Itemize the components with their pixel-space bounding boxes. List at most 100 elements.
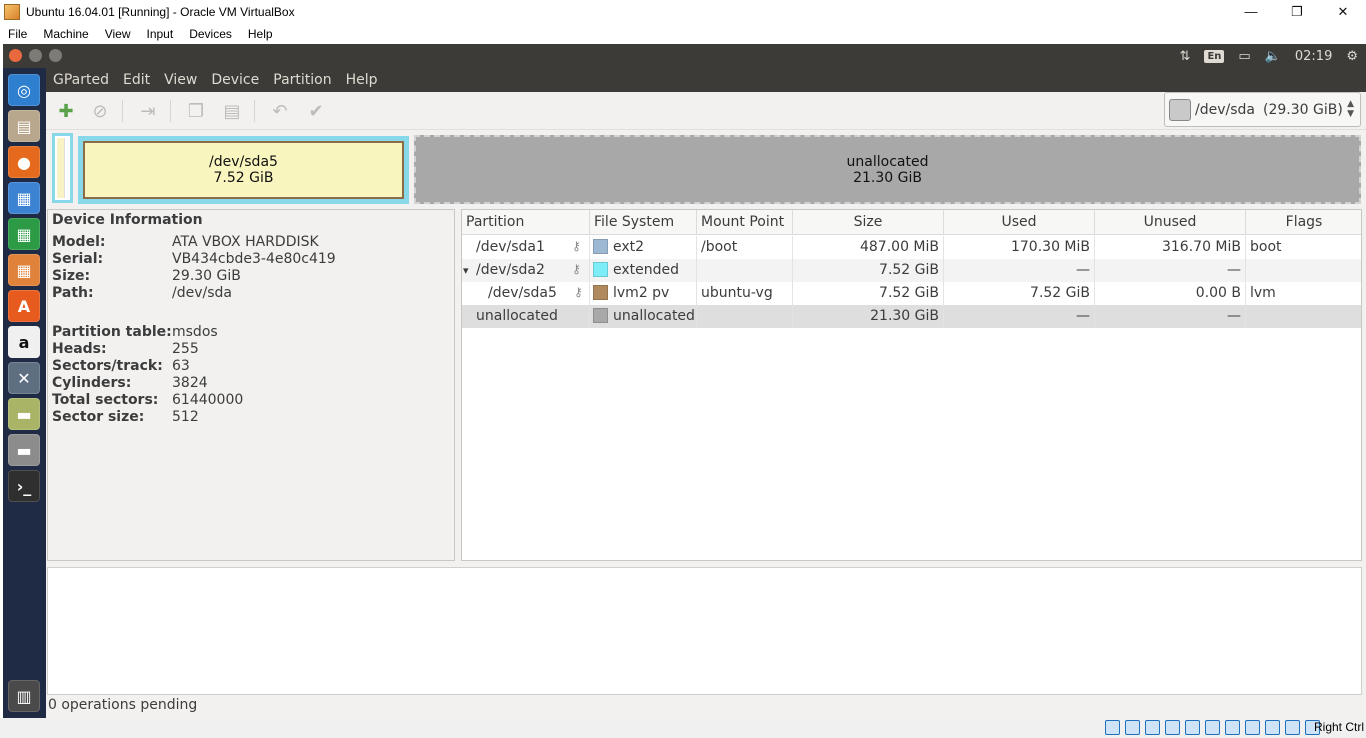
copy-icon[interactable]: ❐: [184, 99, 208, 123]
row-fs-cell: lvm2 pv: [590, 282, 697, 305]
fs-color-swatch: [593, 239, 608, 254]
map-unalloc-size: 21.30 GiB: [853, 169, 922, 186]
menu-help[interactable]: Help: [339, 72, 385, 88]
battery-icon[interactable]: ▭: [1238, 49, 1250, 64]
host-menu-devices[interactable]: Devices: [181, 27, 240, 41]
row-mount: /boot: [697, 236, 793, 259]
ubuntu-top-panel: ⇅ En ▭ 🔈 02:19 ⚙: [3, 44, 1366, 68]
map-unallocated[interactable]: unallocated 21.30 GiB: [414, 135, 1361, 204]
spin-arrows-icon: ▲ ▼: [1347, 99, 1354, 119]
display-icon[interactable]: [1225, 720, 1240, 735]
key-icon: ⚷: [574, 285, 583, 299]
menu-gparted[interactable]: GParted: [46, 72, 116, 88]
fs-color-swatch: [593, 285, 608, 300]
window-maximize-button[interactable]: [49, 49, 62, 62]
unity-launcher: ◎ ▤ ● ▦ ▦ ▦ A a ✕ ▬ ▬ ›_ ▥: [3, 68, 46, 718]
resize-move-icon[interactable]: ⇥: [136, 99, 160, 123]
video-capture-icon[interactable]: [1245, 720, 1260, 735]
keyboard-layout-indicator[interactable]: En: [1204, 49, 1225, 63]
hard-disk-activity-icon[interactable]: [1105, 720, 1120, 735]
partition-table-value: msdos: [172, 324, 218, 340]
gear-icon[interactable]: ⚙: [1346, 49, 1358, 64]
paste-icon[interactable]: ▤: [220, 99, 244, 123]
host-menu-machine[interactable]: Machine: [35, 27, 96, 41]
settings-icon[interactable]: ✕: [8, 362, 40, 394]
partition-table-header: Partition File System Mount Point Size U…: [462, 210, 1361, 235]
map-partition-sda5[interactable]: /dev/sda5 7.52 GiB: [78, 136, 409, 204]
table-row[interactable]: /dev/sda5 ⚷ lvm2 pv ubuntu-vg 7.52 GiB 7…: [462, 282, 1361, 305]
col-flags[interactable]: Flags: [1246, 210, 1362, 235]
serial-value: VB434cbde3-4e80c419: [172, 251, 336, 267]
pending-operations-pane: [47, 567, 1362, 695]
col-mount-point[interactable]: Mount Point: [697, 210, 793, 235]
network-icon[interactable]: ⇅: [1180, 49, 1191, 64]
model-value: ATA VBOX HARDDISK: [172, 234, 319, 250]
table-row[interactable]: /dev/sda1 ⚷ ext2 /boot 487.00 MiB 170.30…: [462, 236, 1361, 259]
row-mount: [697, 305, 793, 328]
row-size: 487.00 MiB: [793, 236, 944, 259]
optical-drive-icon[interactable]: [1125, 720, 1140, 735]
cylinders-value: 3824: [172, 375, 208, 391]
partition-table: Partition File System Mount Point Size U…: [461, 209, 1362, 561]
col-size[interactable]: Size: [793, 210, 944, 235]
host-key-label: Right Ctrl: [1313, 720, 1364, 734]
cpu-icon[interactable]: [1265, 720, 1280, 735]
terminal-icon[interactable]: ›_: [8, 470, 40, 502]
host-menu-help[interactable]: Help: [240, 27, 281, 41]
impress-icon[interactable]: ▦: [8, 254, 40, 286]
apply-icon[interactable]: ✔: [304, 99, 328, 123]
usb-icon[interactable]: [1185, 720, 1200, 735]
expander-icon[interactable]: ▾: [463, 259, 473, 282]
files-icon[interactable]: ▤: [8, 110, 40, 142]
map-partition-sda1[interactable]: [52, 133, 73, 203]
host-menu-input[interactable]: Input: [139, 27, 182, 41]
path-value: /dev/sda: [172, 285, 232, 301]
col-file-system[interactable]: File System: [590, 210, 697, 235]
status-bar-text: 0 operations pending: [48, 697, 198, 713]
sector-size-value: 512: [172, 409, 199, 425]
row-mount: ubuntu-vg: [697, 282, 793, 305]
row-size: 7.52 GiB: [793, 282, 944, 305]
writer-icon[interactable]: ▦: [8, 182, 40, 214]
ubuntu-dash-icon[interactable]: ◎: [8, 74, 40, 106]
disks-icon[interactable]: ▬: [8, 434, 40, 466]
audio-icon[interactable]: [1145, 720, 1160, 735]
shared-folders-icon[interactable]: [1205, 720, 1220, 735]
gparted-icon[interactable]: ▬: [8, 398, 40, 430]
menu-device[interactable]: Device: [204, 72, 266, 88]
minimize-button[interactable]: —: [1228, 0, 1274, 23]
col-partition[interactable]: Partition: [462, 210, 590, 235]
firefox-icon[interactable]: ●: [8, 146, 40, 178]
model-key: Model:: [52, 234, 106, 250]
host-menu-file[interactable]: File: [0, 27, 35, 41]
delete-partition-icon[interactable]: ⊘: [88, 99, 112, 123]
col-unused[interactable]: Unused: [1095, 210, 1246, 235]
menu-partition[interactable]: Partition: [266, 72, 338, 88]
device-selector[interactable]: /dev/sda (29.30 GiB) ▲ ▼: [1164, 92, 1361, 127]
menu-edit[interactable]: Edit: [116, 72, 157, 88]
calc-icon[interactable]: ▦: [8, 218, 40, 250]
toolbar-separator: [122, 100, 123, 122]
window-minimize-button[interactable]: [29, 49, 42, 62]
table-row-selected[interactable]: unallocated unallocated 21.30 GiB — —: [462, 305, 1361, 328]
serial-key: Serial:: [52, 251, 104, 267]
restore-button[interactable]: ❐: [1274, 0, 1320, 23]
device-selector-device: /dev/sda: [1195, 101, 1255, 118]
close-button[interactable]: ✕: [1320, 0, 1366, 23]
host-window-title: Ubuntu 16.04.01 [Running] - Oracle VM Vi…: [26, 4, 295, 19]
software-icon[interactable]: A: [8, 290, 40, 322]
menu-view[interactable]: View: [157, 72, 204, 88]
table-row[interactable]: ▾ /dev/sda2 ⚷ extended 7.52 GiB — —: [462, 259, 1361, 282]
window-close-button[interactable]: [9, 49, 22, 62]
host-menu-view[interactable]: View: [97, 27, 139, 41]
network-adapter-icon[interactable]: [1165, 720, 1180, 735]
amazon-icon[interactable]: a: [8, 326, 40, 358]
new-partition-icon[interactable]: ✚: [54, 99, 78, 123]
clock[interactable]: 02:19: [1295, 49, 1332, 64]
mouse-integration-icon[interactable]: [1285, 720, 1300, 735]
undo-icon[interactable]: ↶: [268, 99, 292, 123]
key-icon: ⚷: [572, 239, 581, 253]
trash-icon[interactable]: ▥: [8, 680, 40, 712]
volume-icon[interactable]: 🔈: [1265, 49, 1281, 64]
col-used[interactable]: Used: [944, 210, 1095, 235]
